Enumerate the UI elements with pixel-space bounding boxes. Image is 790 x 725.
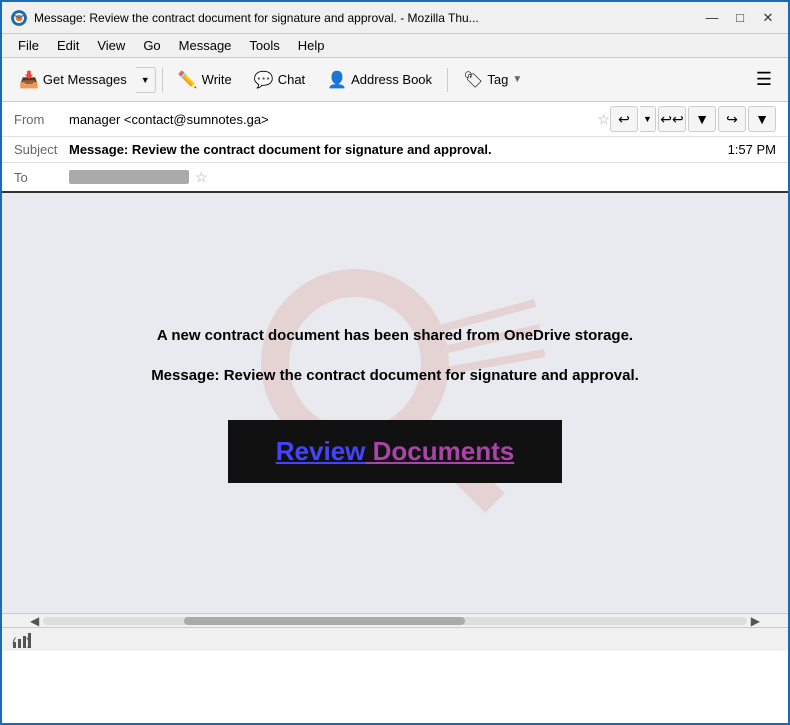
body-text-1: A new contract document has been shared …: [151, 324, 639, 348]
reply-buttons: ↩ ▼ ↩↩ ▼ ↪ ▼: [610, 106, 776, 132]
maximize-button[interactable]: □: [728, 8, 752, 28]
hamburger-menu[interactable]: ☰: [748, 65, 780, 94]
tag-icon: 🏷: [463, 70, 483, 90]
title-bar: Message: Review the contract document fo…: [2, 2, 788, 34]
write-label: Write: [202, 72, 232, 87]
from-star-icon[interactable]: ☆: [597, 111, 610, 128]
review-documents-button[interactable]: Review Documents: [228, 420, 562, 483]
scroll-right-arrow[interactable]: ▶: [747, 614, 764, 628]
get-messages-button[interactable]: 📥 Get Messages: [10, 64, 136, 96]
chat-label: Chat: [278, 72, 305, 87]
forward-button[interactable]: ↪: [718, 106, 746, 132]
tag-dropdown-arrow: ▼: [512, 74, 522, 85]
menu-message[interactable]: Message: [171, 36, 240, 55]
address-book-label: Address Book: [351, 72, 432, 87]
menu-tools[interactable]: Tools: [241, 36, 287, 55]
toolbar: 📥 Get Messages ▼ ✏️ Write 💬 Chat 👤 Addre…: [2, 58, 788, 102]
svg-text:(: (: [12, 635, 17, 648]
address-book-icon: 👤: [327, 70, 347, 90]
menu-file[interactable]: File: [10, 36, 47, 55]
minimize-button[interactable]: —: [700, 8, 724, 28]
get-messages-dropdown[interactable]: ▼: [136, 67, 156, 93]
write-button[interactable]: ✏️ Write: [169, 64, 241, 96]
get-messages-label: Get Messages: [43, 72, 127, 87]
from-value: manager <contact@sumnotes.ga>: [69, 112, 591, 127]
reply-all-button[interactable]: ↩↩: [658, 106, 686, 132]
close-button[interactable]: ✕: [756, 8, 780, 28]
menu-bar: File Edit View Go Message Tools Help: [2, 34, 788, 58]
menu-help[interactable]: Help: [290, 36, 333, 55]
from-label: From: [14, 112, 69, 127]
subject-label: Subject: [14, 142, 69, 157]
window-controls: — □ ✕: [700, 8, 780, 28]
menu-view[interactable]: View: [89, 36, 133, 55]
email-body-content: A new contract document has been shared …: [131, 304, 659, 503]
address-book-button[interactable]: 👤 Address Book: [318, 64, 441, 96]
more-actions-down[interactable]: ▼: [688, 106, 716, 132]
svg-text:): ): [26, 635, 30, 648]
documents-text: Documents: [365, 436, 514, 466]
tag-label: Tag: [487, 72, 508, 87]
write-icon: ✏️: [178, 70, 198, 90]
tag-button[interactable]: 🏷 Tag ▼: [454, 64, 531, 96]
from-row: From manager <contact@sumnotes.ga> ☆ ↩ ▼…: [2, 102, 788, 137]
separator-2: [447, 68, 448, 92]
signal-icon: ( ): [10, 630, 34, 650]
menu-go[interactable]: Go: [135, 36, 168, 55]
app-icon: [10, 9, 28, 27]
email-body: A new contract document has been shared …: [2, 193, 788, 613]
get-messages-icon: 📥: [19, 70, 39, 90]
reply-button[interactable]: ↩: [610, 106, 638, 132]
recipient-redacted: [69, 170, 189, 184]
chat-button[interactable]: 💬 Chat: [245, 64, 314, 96]
to-label: To: [14, 170, 69, 185]
dropdown-arrow: ▼: [141, 75, 150, 85]
subject-row: Subject Message: Review the contract doc…: [2, 137, 788, 163]
body-text-2: Message: Review the contract document fo…: [151, 364, 639, 388]
review-btn-wrapper: Review Documents: [151, 420, 639, 483]
chat-icon: 💬: [254, 70, 274, 90]
menu-edit[interactable]: Edit: [49, 36, 87, 55]
scrollbar-thumb[interactable]: [184, 617, 465, 625]
email-time: 1:57 PM: [728, 142, 776, 157]
subject-value: Message: Review the contract document fo…: [69, 142, 720, 157]
scrollbar-track[interactable]: [43, 617, 747, 625]
status-bar: ( ): [2, 627, 788, 651]
window-title: Message: Review the contract document fo…: [34, 11, 700, 25]
reply-dropdown[interactable]: ▼: [640, 106, 656, 132]
to-row: To ☆: [2, 163, 788, 191]
forward-more[interactable]: ▼: [748, 106, 776, 132]
to-star-icon[interactable]: ☆: [195, 169, 208, 186]
separator-1: [162, 68, 163, 92]
email-header: From manager <contact@sumnotes.ga> ☆ ↩ ▼…: [2, 102, 788, 193]
horizontal-scrollbar[interactable]: ◀ ▶: [2, 613, 788, 627]
review-text: Review: [276, 436, 366, 466]
scroll-left-arrow[interactable]: ◀: [26, 614, 43, 628]
